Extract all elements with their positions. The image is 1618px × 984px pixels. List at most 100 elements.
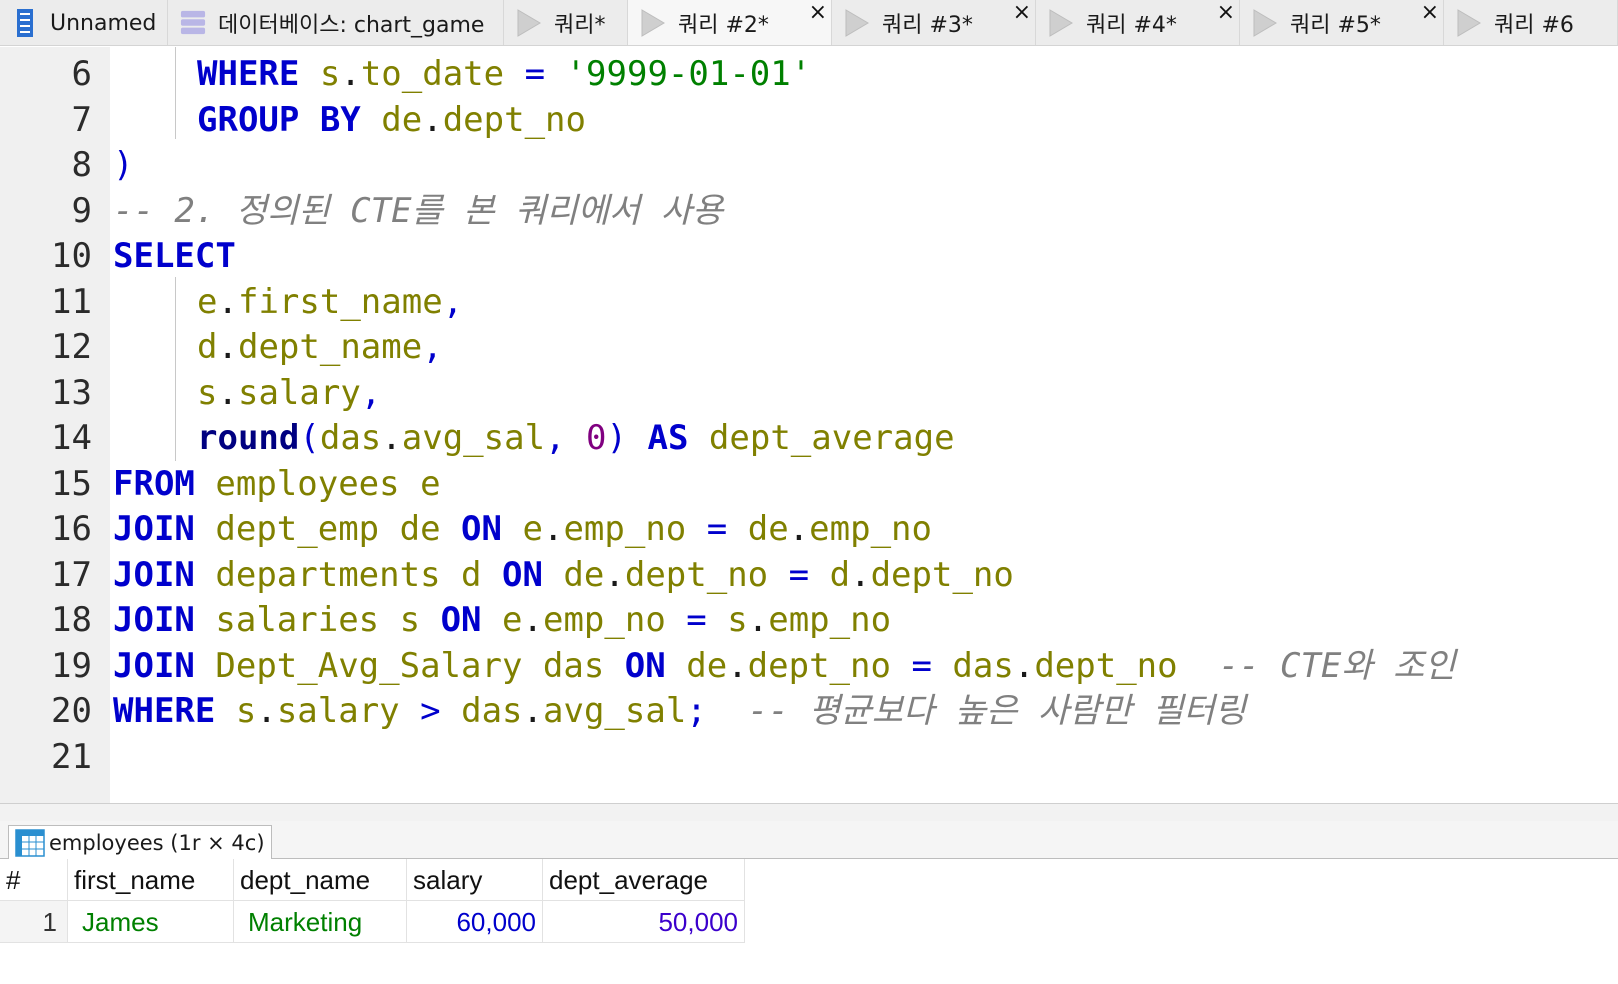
code-token: ; (686, 691, 707, 731)
code-token: . (217, 327, 238, 367)
code-line[interactable]: 9 -- 2. 정의된 CTE를 본 쿼리에서 사용 (0, 188, 1618, 234)
close-icon[interactable]: × (1013, 2, 1031, 24)
query-tab[interactable]: 데이터베이스: chart_game (168, 0, 504, 45)
code-line[interactable]: 7 GROUP BY de.dept_no (0, 97, 1618, 143)
code-token: dept_no (870, 554, 1014, 595)
code-token: emp_no (809, 509, 932, 549)
code-line[interactable]: 12 d.dept_name, (0, 324, 1618, 370)
code-token: = (706, 509, 728, 549)
column-header[interactable]: # (0, 859, 68, 901)
code-line[interactable]: 16 JOIN dept_emp de ON e.emp_no = de.emp_… (0, 506, 1618, 552)
code-token: avg_sal (401, 418, 546, 458)
line-number: 19 (51, 645, 92, 686)
column-header[interactable]: salary (407, 859, 543, 901)
grid-header-row: # first_name dept_name salary dept_avera… (0, 859, 745, 901)
code-token: , (442, 281, 464, 322)
code-line[interactable]: 20 WHERE s.salary > das.avg_sal; -- 평균보다 … (0, 688, 1618, 734)
code-token: , (360, 372, 382, 413)
query-tab[interactable]: 쿼리 #2* × (628, 0, 832, 45)
code-line[interactable]: 10 SELECT (0, 233, 1618, 279)
line-number: 17 (51, 554, 92, 595)
result-tab-strip: employees (1r × 4c) (0, 821, 1618, 859)
query-tab[interactable]: 쿼리 #4* × (1036, 0, 1240, 45)
query-tab[interactable]: 쿼리 #5* × (1240, 0, 1444, 45)
line-number: 10 (51, 236, 92, 276)
code-line[interactable]: 19 JOIN Dept_Avg_Salary das ON de. dept_no… (0, 643, 1618, 689)
code-token: s (235, 691, 257, 731)
sql-editor[interactable]: 6 WHERE s.to_date = '9999-01-01' 7 GROUP BY… (0, 47, 1618, 803)
line-number: 13 (51, 372, 92, 413)
close-icon[interactable]: × (1217, 2, 1235, 24)
column-header[interactable]: dept_average (543, 859, 745, 901)
code-token: ON (461, 509, 502, 549)
code-token: . (217, 281, 238, 322)
query-tab[interactable]: Unnamed (0, 0, 168, 45)
code-line[interactable]: 17 JOIN departments d ON de.dept_no = d.d… (0, 552, 1618, 598)
code-token: 0 (586, 418, 607, 458)
close-icon[interactable]: × (809, 2, 827, 24)
play-icon (640, 8, 666, 38)
query-tab[interactable]: 쿼리* (504, 0, 628, 45)
query-tab[interactable]: 쿼리 #6 (1444, 0, 1618, 45)
code-line[interactable]: 14 round(das.avg_sal, 0) AS dept_average (0, 415, 1618, 461)
code-token: s (727, 600, 748, 640)
code-token: -- 2. 정의된 CTE를 본 쿼리에서 사용 (113, 190, 724, 231)
code-token: Dept_Avg_Salary das (215, 645, 605, 686)
code-text: -- 2. 정의된 CTE를 본 쿼리에서 사용 (113, 188, 723, 234)
code-text: d.dept_name, (197, 324, 443, 370)
code-token: > (420, 691, 441, 731)
panel-splitter[interactable] (0, 803, 1618, 821)
cell-dept-average[interactable]: 50,000 (543, 901, 745, 943)
query-tab[interactable]: 쿼리 #3* × (832, 0, 1036, 45)
code-token: JOIN (113, 600, 195, 640)
code-token: . (788, 509, 810, 549)
cell-dept-name[interactable]: Marketing (234, 901, 407, 943)
code-token: . (1013, 645, 1035, 686)
code-token: ON (624, 645, 666, 686)
code-token: dept_no (624, 554, 769, 595)
column-header[interactable]: first_name (68, 859, 234, 901)
code-token: . (217, 372, 238, 413)
code-text: JOIN Dept_Avg_Salary das ON de.dept_no =… (113, 643, 1456, 689)
code-token: dept_no (747, 645, 891, 686)
line-number: 9 (71, 190, 92, 231)
code-line[interactable]: 6 WHERE s.to_date = '9999-01-01' (0, 51, 1618, 97)
code-line[interactable]: 8) (0, 142, 1618, 188)
code-line[interactable]: 21 (0, 734, 1618, 780)
result-tab[interactable]: employees (1r × 4c) (8, 825, 272, 859)
line-number: 15 (51, 463, 92, 504)
code-line[interactable]: 13 s.salary, (0, 370, 1618, 416)
code-token: . (850, 554, 871, 595)
code-text: WHERE s.salary > das.avg_sal; -- 평균보다 높은… (113, 688, 1246, 734)
code-token: de (686, 645, 728, 686)
column-header[interactable]: dept_name (234, 859, 407, 901)
code-line[interactable]: 11 e.first_name, (0, 279, 1618, 325)
code-token: d (829, 554, 851, 595)
results-panel: employees (1r × 4c) # first_name dept_na… (0, 821, 1618, 984)
code-line[interactable]: 15 FROM employees e (0, 461, 1618, 507)
code-token: s (197, 372, 218, 413)
code-token: JOIN (113, 645, 195, 686)
cell-first-name[interactable]: James (68, 901, 234, 943)
tab-label: 쿼리* (554, 13, 606, 38)
code-token: . (522, 600, 543, 640)
code-token: -- CTE와 조인 (1218, 645, 1456, 686)
code-token: -- 평균보다 높은 사람만 필터링 (747, 691, 1246, 731)
close-icon[interactable]: × (1421, 2, 1439, 24)
table-row[interactable]: 1 James Marketing 60,000 50,000 (0, 901, 745, 943)
tab-label: Unnamed (50, 10, 157, 36)
code-token: employees e (215, 463, 441, 504)
code-text: ) (113, 142, 133, 188)
code-line[interactable]: 18 JOIN salaries s ON e.emp_no = s.emp_no (0, 597, 1618, 643)
cell-salary[interactable]: 60,000 (407, 901, 543, 943)
